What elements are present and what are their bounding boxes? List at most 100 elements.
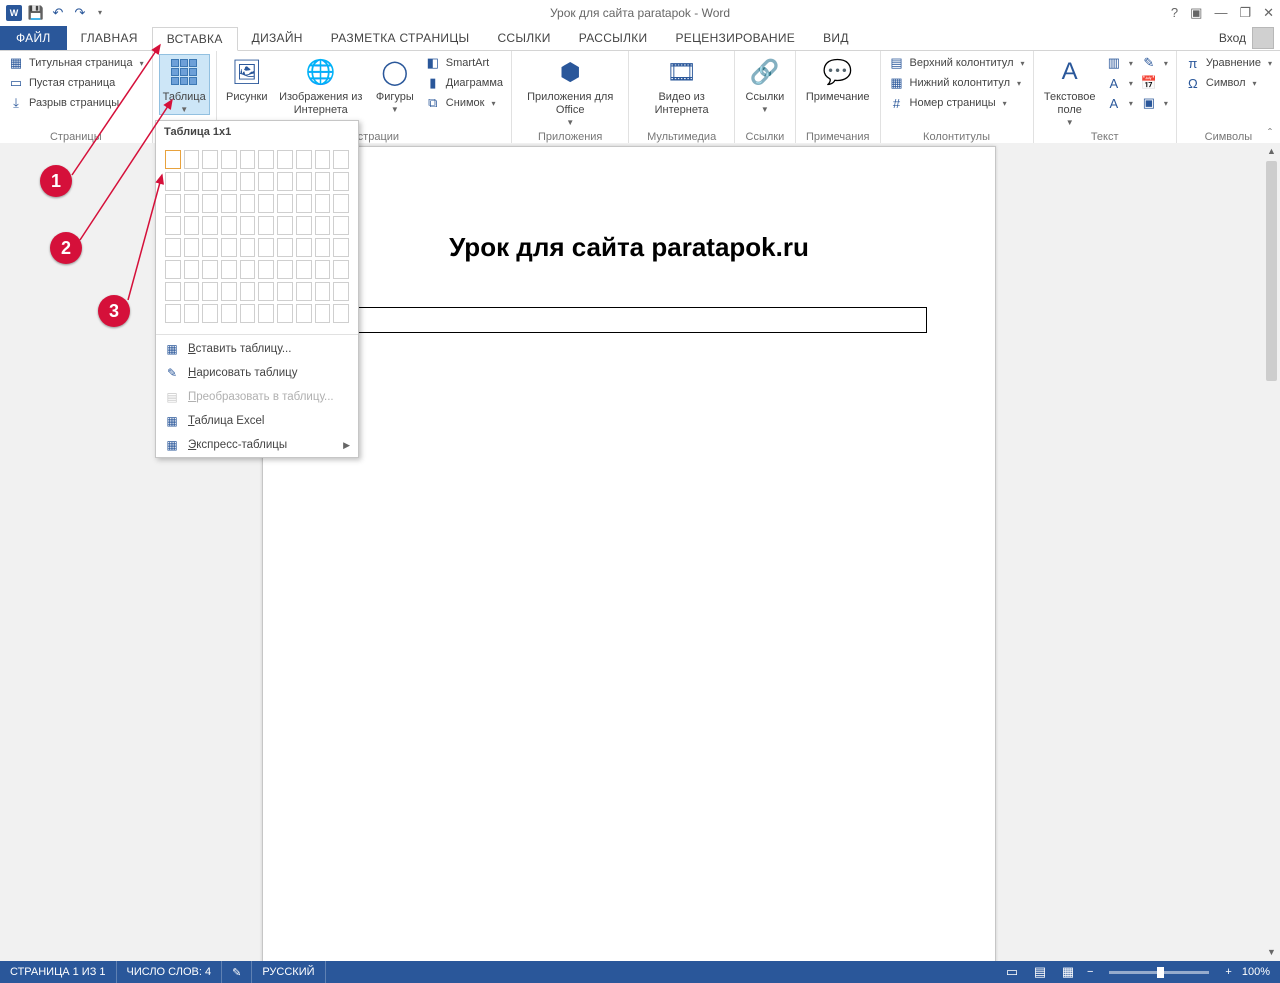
textbox-button[interactable]: AТекстовое поле▼: [1040, 54, 1100, 128]
apps-icon: ⬢: [554, 56, 586, 88]
tab-review[interactable]: РЕЦЕНЗИРОВАНИЕ: [661, 26, 809, 50]
object-button[interactable]: ▣▾: [1139, 94, 1170, 112]
equation-icon: π: [1185, 55, 1201, 71]
online-pictures-button[interactable]: 🌐Изображения из Интернета: [275, 54, 367, 119]
blank-page-button[interactable]: ▭Пустая страница: [6, 74, 146, 92]
cover-page-button[interactable]: ▦Титульная страница▾: [6, 54, 146, 72]
symbol-label: Символ: [1206, 77, 1246, 89]
group-comments-label: Примечания: [802, 130, 874, 143]
group-media-label: Мультимедиа: [635, 130, 727, 143]
equation-button[interactable]: πУравнение▾: [1183, 54, 1274, 72]
minimize-icon[interactable]: —: [1214, 5, 1227, 20]
tab-file[interactable]: ФАЙЛ: [0, 26, 67, 50]
tab-references[interactable]: ССЫЛКИ: [483, 26, 564, 50]
sign-in-label: Вход: [1219, 31, 1246, 45]
dropcap-button[interactable]: A▾: [1104, 94, 1135, 112]
online-pictures-label: Изображения из Интернета: [279, 91, 363, 117]
qat-customize-icon[interactable]: ▾: [94, 8, 106, 17]
insert-table-icon: ▦: [164, 341, 180, 357]
status-language[interactable]: РУССКИЙ: [252, 961, 325, 983]
zoom-slider[interactable]: [1109, 971, 1209, 974]
document-page[interactable]: Урок для сайта paratapok.ru: [262, 146, 996, 961]
pictures-button[interactable]: 🖼Рисунки: [223, 54, 271, 106]
ribbon-display-icon[interactable]: ▣: [1190, 5, 1202, 21]
close-icon[interactable]: ✕: [1263, 5, 1274, 21]
group-links-label: Ссылки: [741, 130, 789, 143]
group-text-label: Текст: [1040, 130, 1170, 143]
callout-1: 1: [40, 165, 72, 197]
table-size-grid[interactable]: [156, 143, 358, 332]
tab-home[interactable]: ГЛАВНАЯ: [67, 26, 152, 50]
collapse-ribbon-icon[interactable]: ˆ: [1268, 126, 1272, 140]
group-symbols: πУравнение▾ ΩСимвол▾ Символы: [1177, 51, 1280, 144]
page-break-button[interactable]: ⤓Разрыв страницы: [6, 94, 146, 112]
zoom-value[interactable]: 100%: [1242, 966, 1270, 978]
cover-page-label: Титульная страница: [29, 57, 133, 69]
group-text: AТекстовое поле▼ ▥▾ A▾ A▾ ✎▾ 📅 ▣▾ Текст: [1034, 51, 1177, 144]
status-page[interactable]: СТРАНИЦА 1 ИЗ 1: [0, 961, 117, 983]
excel-table-item[interactable]: ▦Таблица Excel: [156, 409, 358, 433]
draw-table-item[interactable]: ✎Нарисовать таблицу: [156, 361, 358, 385]
document-table-cell[interactable]: [330, 307, 927, 333]
window-controls: ? ▣ — ❐ ✕: [1171, 0, 1274, 25]
insert-table-item[interactable]: ▦Вставить таблицу...: [156, 337, 358, 361]
help-icon[interactable]: ?: [1171, 5, 1178, 20]
pictures-icon: 🖼: [231, 56, 263, 88]
apps-button[interactable]: ⬢Приложения для Office▼: [518, 54, 622, 128]
title-bar: W 💾 ↶ ↷ ▾ Урок для сайта paratapok - Wor…: [0, 0, 1280, 26]
vertical-scrollbar[interactable]: ▲ ▼: [1263, 143, 1280, 961]
quick-tables-icon: ▦: [164, 437, 180, 453]
links-button[interactable]: 🔗Ссылки▼: [741, 54, 789, 115]
tab-mailings[interactable]: РАССЫЛКИ: [565, 26, 662, 50]
maximize-icon[interactable]: ❐: [1239, 5, 1251, 21]
chart-button[interactable]: ▮Диаграмма: [423, 74, 505, 92]
shapes-button[interactable]: ◯Фигуры▼: [371, 54, 419, 115]
chevron-down-icon: ▼: [180, 107, 188, 113]
datetime-button[interactable]: 📅: [1139, 74, 1170, 92]
quick-access-toolbar: W 💾 ↶ ↷ ▾: [0, 5, 106, 21]
status-bar: СТРАНИЦА 1 ИЗ 1 ЧИСЛО СЛОВ: 4 ✎ РУССКИЙ …: [0, 961, 1280, 983]
online-video-button[interactable]: 🎞Видео из Интернета: [635, 54, 727, 119]
callout-3-label: 3: [109, 301, 119, 322]
signature-button[interactable]: ✎▾: [1139, 54, 1170, 72]
table-button[interactable]: Таблица ▼: [159, 54, 210, 115]
textbox-icon: A: [1054, 56, 1086, 88]
shapes-icon: ◯: [379, 56, 411, 88]
tab-view[interactable]: ВИД: [809, 26, 863, 50]
scroll-thumb[interactable]: [1266, 161, 1277, 381]
sign-in[interactable]: Вход: [1219, 26, 1274, 50]
quickparts-button[interactable]: ▥▾: [1104, 54, 1135, 72]
group-headerfooter: ▤Верхний колонтитул▾ ▦Нижний колонтитул▾…: [881, 51, 1034, 144]
quickparts-icon: ▥: [1106, 55, 1122, 71]
equation-label: Уравнение: [1206, 57, 1261, 69]
redo-icon[interactable]: ↷: [72, 5, 88, 21]
wordart-button[interactable]: A▾: [1104, 74, 1135, 92]
video-label: Видео из Интернета: [639, 91, 723, 117]
print-layout-icon[interactable]: ▤: [1031, 963, 1049, 981]
footer-button[interactable]: ▦Нижний колонтитул▾: [887, 74, 1027, 92]
status-proofing[interactable]: ✎: [222, 961, 252, 983]
header-button[interactable]: ▤Верхний колонтитул▾: [887, 54, 1027, 72]
zoom-knob[interactable]: [1157, 967, 1164, 978]
tab-insert[interactable]: ВСТАВКА: [152, 27, 238, 51]
page-number-icon: #: [889, 95, 905, 111]
status-words[interactable]: ЧИСЛО СЛОВ: 4: [117, 961, 223, 983]
undo-icon[interactable]: ↶: [50, 5, 66, 21]
tab-design[interactable]: ДИЗАЙН: [238, 26, 317, 50]
tab-layout[interactable]: РАЗМЕТКА СТРАНИЦЫ: [317, 26, 484, 50]
zoom-out-icon[interactable]: −: [1087, 966, 1093, 978]
screenshot-button[interactable]: ⧉Снимок▾: [423, 94, 505, 112]
avatar-icon: [1252, 27, 1274, 49]
page-break-label: Разрыв страницы: [29, 97, 119, 109]
comment-button[interactable]: 💬Примечание: [802, 54, 874, 106]
quick-tables-item[interactable]: ▦Экспресс-таблицы▶: [156, 433, 358, 457]
zoom-in-icon[interactable]: +: [1225, 966, 1231, 978]
read-mode-icon[interactable]: ▭: [1003, 963, 1021, 981]
web-layout-icon[interactable]: ▦: [1059, 963, 1077, 981]
scroll-up-icon[interactable]: ▲: [1263, 143, 1280, 160]
smartart-button[interactable]: ◧SmartArt: [423, 54, 505, 72]
scroll-down-icon[interactable]: ▼: [1263, 944, 1280, 961]
symbol-button[interactable]: ΩСимвол▾: [1183, 74, 1274, 92]
save-icon[interactable]: 💾: [28, 5, 44, 21]
page-number-button[interactable]: #Номер страницы▾: [887, 94, 1027, 112]
